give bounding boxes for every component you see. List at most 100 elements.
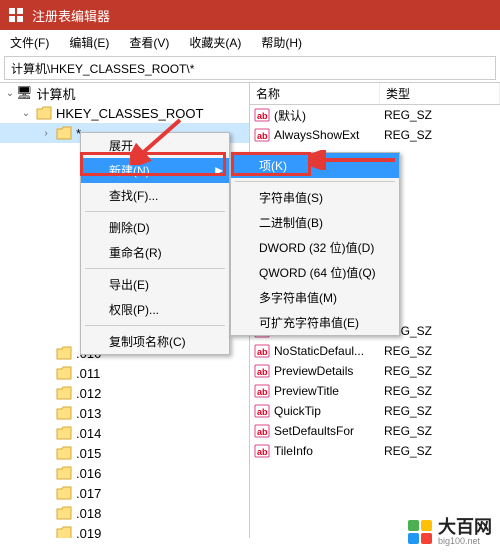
window-title: 注册表编辑器 bbox=[32, 6, 110, 25]
list-row[interactable]: abNoStaticDefaul...REG_SZ bbox=[250, 341, 500, 361]
svg-text:ab: ab bbox=[257, 447, 268, 457]
list-row[interactable]: ab SetDefaultsForREG_SZ bbox=[250, 421, 500, 441]
address-bar[interactable]: 计算机\HKEY_CLASSES_ROOT\* bbox=[4, 56, 496, 80]
cell-type: REG_SZ bbox=[384, 404, 500, 418]
string-value-icon: ab bbox=[254, 423, 270, 439]
ctx-find[interactable]: 查找(F)... bbox=[81, 183, 229, 208]
cell-name: SetDefaultsFor bbox=[274, 424, 384, 438]
string-value-icon: ab bbox=[254, 403, 270, 419]
folder-icon bbox=[56, 426, 72, 440]
menu-edit[interactable]: 编辑(E) bbox=[63, 32, 115, 53]
list-row[interactable]: abPreviewDetailsREG_SZ bbox=[250, 361, 500, 381]
ctx-new-dword[interactable]: DWORD (32 位)值(D) bbox=[231, 235, 399, 260]
tree-item[interactable]: .015 bbox=[0, 443, 249, 463]
ctx-new-qword[interactable]: QWORD (64 位)值(Q) bbox=[231, 260, 399, 285]
folder-icon bbox=[56, 346, 72, 360]
separator bbox=[85, 325, 225, 326]
folder-icon bbox=[56, 466, 72, 480]
titlebar: 注册表编辑器 bbox=[0, 0, 500, 30]
tree-item[interactable]: .018 bbox=[0, 503, 249, 523]
list-row[interactable]: ab(默认)REG_SZ bbox=[250, 105, 500, 125]
list-row[interactable]: abAlwaysShowExtREG_SZ bbox=[250, 125, 500, 145]
menu-help[interactable]: 帮助(H) bbox=[255, 32, 308, 53]
folder-icon bbox=[56, 446, 72, 460]
folder-icon bbox=[56, 406, 72, 420]
column-name[interactable]: 名称 bbox=[250, 83, 380, 104]
ctx-new-key[interactable]: 项(K) bbox=[231, 153, 399, 178]
tree-item[interactable]: .012 bbox=[0, 383, 249, 403]
cell-name: PreviewTitle bbox=[274, 384, 384, 398]
tree-item-label: .018 bbox=[76, 506, 101, 521]
cell-type: REG_SZ bbox=[384, 424, 500, 438]
list-row[interactable]: ab QuickTipREG_SZ bbox=[250, 401, 500, 421]
watermark-text: 大百网 bbox=[438, 518, 492, 536]
ctx-permissions[interactable]: 权限(P)... bbox=[81, 297, 229, 322]
computer-icon: 🖥 bbox=[16, 85, 33, 101]
address-text: 计算机\HKEY_CLASSES_ROOT\* bbox=[11, 60, 194, 77]
watermark-logo-icon bbox=[408, 520, 432, 544]
string-value-icon: ab bbox=[254, 363, 270, 379]
cell-type: REG_SZ bbox=[384, 364, 500, 378]
folder-icon bbox=[36, 106, 52, 120]
cell-name: (默认) bbox=[274, 107, 384, 124]
svg-text:ab: ab bbox=[257, 407, 268, 417]
menu-view[interactable]: 查看(V) bbox=[123, 32, 175, 53]
ctx-new-string[interactable]: 字符串值(S) bbox=[231, 185, 399, 210]
ctx-new-expandstring[interactable]: 可扩充字符串值(E) bbox=[231, 310, 399, 335]
context-menu: 展开 新建(N) ▶ 查找(F)... 删除(D) 重命名(R) 导出(E) 权… bbox=[80, 132, 230, 355]
ctx-export[interactable]: 导出(E) bbox=[81, 272, 229, 297]
ctx-copy-key-name[interactable]: 复制项名称(C) bbox=[81, 329, 229, 354]
tree-item-label: .014 bbox=[76, 426, 101, 441]
tree-item[interactable]: .011 bbox=[0, 363, 249, 383]
ctx-delete[interactable]: 删除(D) bbox=[81, 215, 229, 240]
separator bbox=[85, 268, 225, 269]
tree-root[interactable]: ⌄ 🖥 计算机 bbox=[0, 83, 249, 103]
tree-item-label: .019 bbox=[76, 526, 101, 539]
tree-hkcr-label: HKEY_CLASSES_ROOT bbox=[56, 106, 203, 121]
list-row[interactable]: ab PreviewTitleREG_SZ bbox=[250, 381, 500, 401]
ctx-new-binary[interactable]: 二进制值(B) bbox=[231, 210, 399, 235]
tree-item[interactable]: .017 bbox=[0, 483, 249, 503]
ctx-new-multistring[interactable]: 多字符串值(M) bbox=[231, 285, 399, 310]
ctx-expand[interactable]: 展开 bbox=[81, 133, 229, 158]
list-header: 名称 类型 bbox=[250, 83, 500, 105]
tree-item[interactable]: .014 bbox=[0, 423, 249, 443]
tree-item[interactable]: .016 bbox=[0, 463, 249, 483]
cell-name: TileInfo bbox=[274, 444, 384, 458]
tree-item-label: .016 bbox=[76, 466, 101, 481]
chevron-down-icon[interactable]: ⌄ bbox=[4, 88, 16, 99]
watermark-sub: big100.net bbox=[438, 536, 492, 546]
ctx-rename[interactable]: 重命名(R) bbox=[81, 240, 229, 265]
separator bbox=[235, 181, 395, 182]
ctx-new[interactable]: 新建(N) ▶ bbox=[81, 158, 229, 183]
svg-text:ab: ab bbox=[257, 367, 268, 377]
cell-type: REG_SZ bbox=[384, 384, 500, 398]
cell-name: QuickTip bbox=[274, 404, 384, 418]
app-icon bbox=[8, 7, 24, 23]
tree-item-label: .015 bbox=[76, 446, 101, 461]
string-value-icon: ab bbox=[254, 443, 270, 459]
folder-icon bbox=[56, 526, 72, 538]
menu-favorites[interactable]: 收藏夹(A) bbox=[183, 32, 247, 53]
cell-name: NoStaticDefaul... bbox=[274, 344, 384, 358]
menubar: 文件(F) 编辑(E) 查看(V) 收藏夹(A) 帮助(H) bbox=[0, 30, 500, 54]
folder-icon bbox=[56, 386, 72, 400]
column-type[interactable]: 类型 bbox=[380, 83, 500, 104]
string-value-icon: ab bbox=[254, 343, 270, 359]
chevron-right-icon[interactable]: › bbox=[40, 128, 52, 139]
svg-text:ab: ab bbox=[257, 111, 268, 121]
cell-type: REG_SZ bbox=[384, 324, 500, 338]
cell-type: REG_SZ bbox=[384, 444, 500, 458]
string-value-icon: ab bbox=[254, 383, 270, 399]
svg-text:ab: ab bbox=[257, 347, 268, 357]
tree-item[interactable]: .019 bbox=[0, 523, 249, 538]
chevron-down-icon[interactable]: ⌄ bbox=[20, 108, 32, 119]
cell-name: AlwaysShowExt bbox=[274, 128, 384, 142]
list-row[interactable]: ab TileInfoREG_SZ bbox=[250, 441, 500, 461]
menu-file[interactable]: 文件(F) bbox=[4, 32, 55, 53]
ctx-new-label: 新建(N) bbox=[109, 164, 150, 178]
submenu-new: 项(K) 字符串值(S) 二进制值(B) DWORD (32 位)值(D) QW… bbox=[230, 152, 400, 336]
folder-icon bbox=[56, 486, 72, 500]
tree-item[interactable]: .013 bbox=[0, 403, 249, 423]
tree-hkcr[interactable]: ⌄ HKEY_CLASSES_ROOT bbox=[0, 103, 249, 123]
